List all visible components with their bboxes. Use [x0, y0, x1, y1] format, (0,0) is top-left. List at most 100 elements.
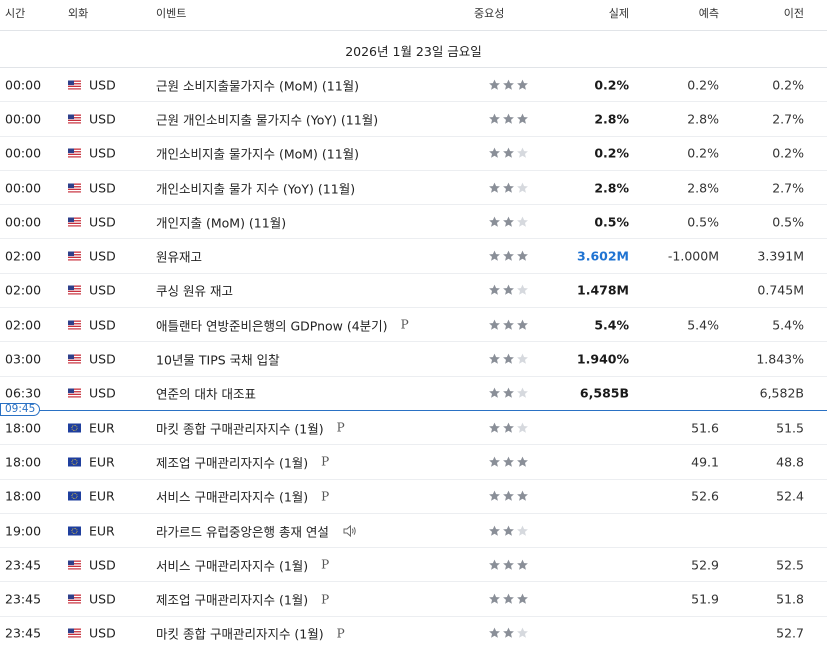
- event-name[interactable]: 원유재고: [156, 247, 202, 266]
- table-row[interactable]: 02:00 USD 원유재고 3.602M -1.000M 3.391M: [0, 239, 827, 274]
- date-group-row: 2026년 1월 23일 금요일: [0, 31, 827, 68]
- current-time-badge: 09:45: [0, 403, 41, 416]
- table-row[interactable]: 02:00 USD 애틀랜타 연방준비은행의 GDPnow (4분기) P 5.4% 5.…: [0, 308, 827, 343]
- event-name[interactable]: 서비스 구매관리자지수 (1월) P: [156, 555, 329, 574]
- importance-star-icon: [503, 593, 514, 604]
- importance-star-icon: [517, 387, 528, 399]
- event-currency: EUR: [89, 488, 115, 504]
- event-currency: USD: [89, 145, 116, 161]
- event-time: 18:00: [5, 420, 42, 436]
- header-actual[interactable]: 실제: [609, 5, 629, 21]
- table-row[interactable]: 00:00 USD 근원 소비지출물가지수 (MoM) (11월) 0.2% 0.2% 0…: [0, 68, 827, 103]
- event-actual: 1.940%: [576, 351, 629, 367]
- event-name[interactable]: 제조업 구매관리자지수 (1월) P: [156, 590, 329, 609]
- preliminary-mark: P: [321, 592, 330, 607]
- event-name[interactable]: 개인소비지출 물가 지수 (YoY) (11월): [156, 178, 355, 197]
- table-row[interactable]: 03:00 USD 10년물 TIPS 국채 입찰 1.940% 1.843%: [0, 342, 827, 377]
- event-name[interactable]: 근원 소비지출물가지수 (MoM) (11월): [156, 75, 359, 94]
- event-name[interactable]: 10년물 TIPS 국채 입찰: [156, 350, 280, 369]
- importance-star-icon: [503, 113, 514, 124]
- event-name[interactable]: 근원 개인소비지출 물가지수 (YoY) (11월): [156, 109, 378, 128]
- table-row[interactable]: 18:00 EUR 마킷 종합 구매관리자지수 (1월) P 51.6 51.5: [0, 411, 827, 446]
- speaker-icon: [343, 524, 356, 537]
- preliminary-mark: P: [336, 626, 345, 641]
- importance-rating: [488, 216, 529, 228]
- table-row[interactable]: 06:30 USD 연준의 대차 대조표 6,585B 6,582B: [0, 377, 827, 411]
- importance-rating: [488, 113, 529, 125]
- table-row[interactable]: 23:45 USD 서비스 구매관리자지수 (1월) P 52.9 52.5: [0, 548, 827, 583]
- event-actual: 5.4%: [594, 317, 629, 333]
- table-row[interactable]: 00:00 USD 개인지출 (MoM) (11월) 0.5% 0.5% 0.5%: [0, 205, 827, 240]
- event-name-text: 개인소비지출 물가 지수 (YoY) (11월): [156, 181, 356, 197]
- event-name-text: 근원 소비지출물가지수 (MoM) (11월): [156, 78, 360, 94]
- preliminary-mark: P: [321, 557, 330, 572]
- header-previous[interactable]: 이전: [784, 5, 804, 21]
- event-previous: 5.4%: [772, 317, 804, 333]
- importance-star-icon: [517, 525, 528, 536]
- table-row[interactable]: 02:00 USD 쿠싱 원유 재고 1.478M 0.745M: [0, 274, 827, 309]
- event-actual: 2.8%: [594, 180, 629, 196]
- table-row[interactable]: 18:00 EUR 서비스 구매관리자지수 (1월) P 52.6 52.4: [0, 480, 827, 514]
- event-time: 00:00: [5, 111, 42, 127]
- event-name[interactable]: 개인소비지출 물가지수 (MoM) (11월): [156, 144, 359, 163]
- event-time: 00:00: [5, 214, 42, 230]
- event-name[interactable]: 마킷 종합 구매관리자지수 (1월) P: [156, 418, 345, 437]
- importance-star-icon: [503, 422, 514, 433]
- us-flag-icon: [68, 148, 81, 158]
- header-currency[interactable]: 외화: [68, 5, 88, 21]
- table-row[interactable]: 18:00 EUR 제조업 구매관리자지수 (1월) P 49.1 48.8: [0, 445, 827, 480]
- event-currency: EUR: [89, 420, 115, 436]
- event-previous: 1.843%: [756, 351, 804, 367]
- event-actual: 2.8%: [594, 111, 629, 127]
- event-previous: 0.2%: [772, 145, 804, 161]
- us-flag-icon: [68, 388, 81, 398]
- importance-star-icon: [489, 490, 500, 501]
- table-row[interactable]: 23:45 USD 마킷 종합 구매관리자지수 (1월) P 52.7: [0, 617, 827, 649]
- us-flag-icon: [68, 354, 81, 364]
- event-name[interactable]: 쿠싱 원유 재고: [156, 281, 233, 300]
- importance-rating: [488, 627, 529, 639]
- event-currency: USD: [89, 282, 116, 298]
- header-event[interactable]: 이벤트: [156, 5, 186, 21]
- importance-rating: [488, 79, 529, 91]
- table-header: 시간 외화 이벤트 중요성 실제 예측 이전: [0, 0, 827, 31]
- table-row[interactable]: 00:00 USD 개인소비지출 물가지수 (MoM) (11월) 0.2% 0.2% 0…: [0, 137, 827, 171]
- event-name[interactable]: 제조업 구매관리자지수 (1월) P: [156, 452, 329, 471]
- event-name[interactable]: 마킷 종합 구매관리자지수 (1월) P: [156, 624, 345, 643]
- us-flag-icon: [68, 594, 81, 604]
- table-row[interactable]: 23:45 USD 제조업 구매관리자지수 (1월) P 51.9 51.8: [0, 582, 827, 617]
- eu-flag-icon: [68, 423, 81, 433]
- event-currency: EUR: [89, 454, 115, 470]
- eu-flag-icon: [68, 491, 81, 501]
- table-row[interactable]: 00:00 USD 근원 개인소비지출 물가지수 (YoY) (11월) 2.8% 2.…: [0, 102, 827, 137]
- event-previous: 52.5: [776, 557, 804, 573]
- event-name-text: 개인소비지출 물가지수 (MoM) (11월): [156, 146, 360, 162]
- event-previous: 0.2%: [772, 77, 804, 93]
- event-actual: 1.478M: [577, 282, 629, 298]
- event-name[interactable]: 애틀랜타 연방준비은행의 GDPnow (4분기) P: [156, 315, 409, 334]
- event-name[interactable]: 서비스 구매관리자지수 (1월) P: [156, 487, 329, 506]
- importance-star-icon: [517, 147, 528, 158]
- event-forecast: 0.5%: [687, 214, 719, 230]
- us-flag-icon: [68, 560, 81, 570]
- event-name[interactable]: 개인지출 (MoM) (11월): [156, 212, 286, 231]
- importance-star-icon: [517, 250, 528, 261]
- us-flag-icon: [68, 80, 81, 90]
- table-row[interactable]: 00:00 USD 개인소비지출 물가 지수 (YoY) (11월) 2.8% 2.8%…: [0, 171, 827, 206]
- event-name[interactable]: 연준의 대차 대조표: [156, 384, 256, 403]
- importance-star-icon: [517, 593, 528, 604]
- event-list: 00:00 USD 근원 소비지출물가지수 (MoM) (11월) 0.2% 0.2% 0…: [0, 68, 827, 649]
- table-row[interactable]: 19:00 EUR 라가르드 유럽중앙은행 총재 연설: [0, 514, 827, 549]
- event-previous: 3.391M: [757, 248, 804, 264]
- event-actual: 6,585B: [579, 385, 629, 401]
- header-importance[interactable]: 중요성: [474, 5, 504, 21]
- event-name-text: 제조업 구매관리자지수 (1월): [156, 592, 309, 608]
- importance-star-icon: [517, 319, 528, 330]
- header-forecast[interactable]: 예측: [699, 5, 719, 21]
- event-name[interactable]: 라가르드 유럽중앙은행 총재 연설: [156, 521, 357, 540]
- header-time[interactable]: 시간: [5, 5, 25, 21]
- event-time: 00:00: [5, 145, 42, 161]
- event-name-text: 마킷 종합 구매관리자지수 (1월): [156, 421, 324, 437]
- event-time: 18:00: [5, 488, 42, 504]
- event-forecast: 0.2%: [687, 145, 719, 161]
